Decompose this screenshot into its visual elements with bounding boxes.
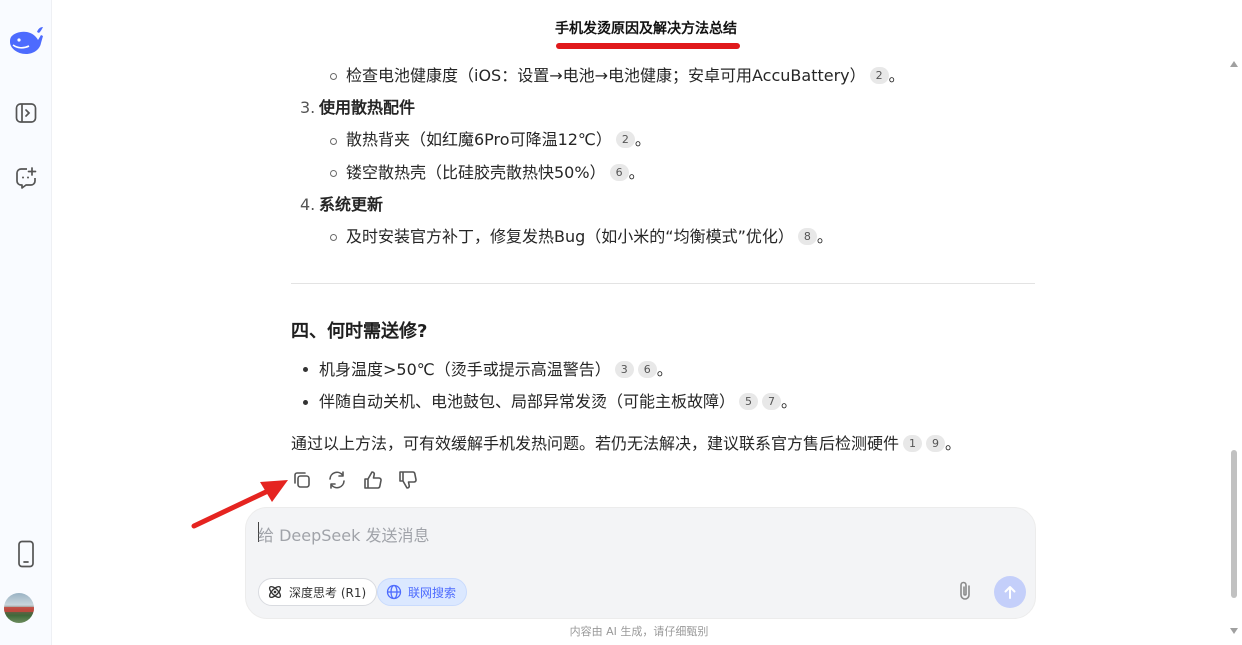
thumbs-down-icon[interactable]: [397, 469, 419, 491]
arrow-up-icon: [1004, 586, 1016, 599]
globe-icon: [386, 584, 402, 600]
citation-badge[interactable]: 7: [762, 393, 782, 410]
deep-think-label: 深度思考 (R1): [289, 585, 367, 600]
web-search-label: 联网搜索: [408, 585, 457, 600]
paragraph-text: 通过以上方法，可有效缓解手机发热问题。若仍无法解决，建议联系官方售后检测硬件: [291, 434, 900, 453]
list-item-text: 镂空散热壳（比硅胶壳散热快50%）: [346, 163, 606, 182]
punctuation: 。: [945, 434, 962, 453]
list-number: 4.: [300, 195, 316, 214]
citation-badge[interactable]: 1: [903, 435, 923, 452]
punctuation: 。: [816, 227, 833, 246]
section-heading: 四、何时需送修?: [291, 321, 428, 342]
deep-think-button[interactable]: 深度思考 (R1): [258, 578, 378, 606]
ai-disclaimer: 内容由 AI 生成，请仔细甄别: [569, 625, 709, 638]
list-heading: 使用散热配件: [319, 98, 416, 117]
citation-badge[interactable]: 3: [614, 361, 634, 378]
list-item: 机身温度>50℃（烫手或提示高温警告） 3 6。: [319, 359, 673, 381]
citation-badge[interactable]: 6: [637, 361, 657, 378]
list-item: 检查电池健康度（iOS：设置→电池→电池健康；安卓可用AccuBattery） 2…: [346, 65, 905, 87]
bullet-circle: [330, 234, 337, 241]
bullet-circle: [330, 138, 337, 145]
citation-badge[interactable]: 9: [926, 435, 946, 452]
scrollbar-thumb[interactable]: [1231, 450, 1237, 598]
message-input[interactable]: 给 DeepSeek 发送消息: [258, 522, 429, 546]
bullet-circle: [330, 73, 337, 80]
section-divider: [291, 283, 1035, 284]
list-item: 镂空散热壳（比硅胶壳散热快50%） 6。: [346, 162, 645, 184]
bullet-dot: [303, 400, 308, 405]
list-item: 及时安装官方补丁，修复发热Bug（如小米的“均衡模式”优化） 8。: [346, 226, 833, 248]
citation-badge[interactable]: 5: [739, 393, 759, 410]
web-search-button[interactable]: 联网搜索: [377, 578, 468, 606]
list-number: 3.: [300, 98, 316, 117]
bullet-dot: [303, 367, 308, 372]
scroll-up-icon[interactable]: [1229, 60, 1239, 68]
citation-badge[interactable]: 8: [797, 228, 817, 245]
attachment-icon[interactable]: [953, 579, 977, 607]
punctuation: 。: [628, 163, 645, 182]
atom-icon: [268, 585, 282, 599]
punctuation: 。: [634, 130, 651, 149]
citation-badge[interactable]: 2: [615, 131, 635, 148]
list-item-text: 机身温度>50℃（烫手或提示高温警告）: [319, 360, 611, 379]
list-heading: 系统更新: [319, 195, 384, 214]
punctuation: 。: [888, 66, 905, 85]
bullet-circle: [330, 170, 337, 177]
punctuation: 。: [781, 392, 798, 411]
scroll-down-icon[interactable]: [1229, 627, 1239, 635]
message-composer[interactable]: 给 DeepSeek 发送消息 深度思考 (R1) 联网搜索: [245, 507, 1036, 619]
list-item-text: 及时安装官方补丁，修复发热Bug（如小米的“均衡模式”优化）: [346, 227, 794, 246]
list-item-text: 散热背夹（如红魔6Pro可降温12℃）: [346, 130, 612, 149]
list-item: 散热背夹（如红魔6Pro可降温12℃） 2。: [346, 129, 651, 151]
citation-badge[interactable]: 2: [869, 67, 889, 84]
list-item-text: 伴随自动关机、电池鼓包、局部异常发烫（可能主板故障）: [319, 392, 736, 411]
list-item: 伴随自动关机、电池鼓包、局部异常发烫（可能主板故障） 5 7。: [319, 391, 797, 413]
list-item-text: 检查电池健康度（iOS：设置→电池→电池健康；安卓可用AccuBattery）: [346, 66, 866, 85]
regenerate-icon[interactable]: [326, 469, 348, 491]
send-button[interactable]: [994, 576, 1026, 608]
citation-badge[interactable]: 6: [609, 164, 629, 181]
thumbs-up-icon[interactable]: [362, 469, 384, 491]
punctuation: 。: [656, 360, 673, 379]
conclusion-paragraph: 通过以上方法，可有效缓解手机发热问题。若仍无法解决，建议联系官方售后检测硬件 1 9…: [291, 433, 961, 455]
